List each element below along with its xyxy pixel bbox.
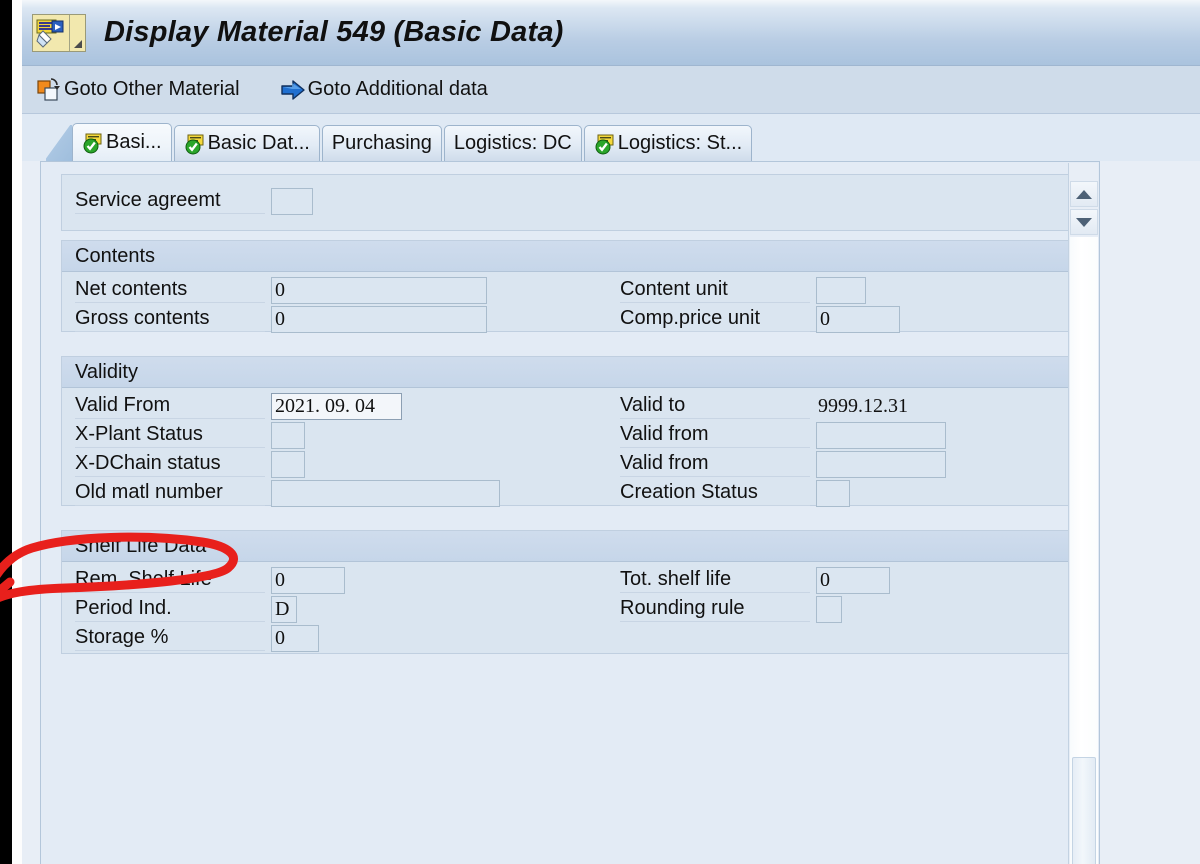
scrollbar-thumb[interactable] [1072,757,1096,864]
row-x-plant-status: X-Plant Status Valid from [62,421,1076,450]
row-net-contents: Net contents 0 Content unit [62,276,1076,305]
row-x-dchain-status: X-DChain status Valid from [62,450,1076,479]
shelf-life-data-group: Shelf Life Data Rem. Shelf Life 0 Tot. s… [61,530,1077,654]
x-plant-status-label: X-Plant Status [75,423,265,448]
tab-label-5: Logistics: St... [617,132,743,154]
title-bar: Display Material 549 (Basic Data) [22,0,1200,66]
tab-basic-data-1[interactable]: Basi... [72,123,172,161]
row-gross-contents: Gross contents 0 Comp.price unit 0 [62,305,1076,334]
screen: Display Material 549 (Basic Data) Goto O… [0,0,1200,864]
comp-price-unit-label: Comp.price unit [620,307,810,332]
valid-from-3-input[interactable] [816,451,946,478]
tab-label-4: Logistics: DC [453,132,572,154]
valid-from-2-input[interactable] [816,422,946,449]
gross-contents-input[interactable]: 0 [271,306,487,333]
tab-list: Basi... Basic Dat... Purchasing Logistic… [46,119,754,161]
scroll-down-arrow-icon[interactable] [1070,209,1098,235]
x-plant-status-input[interactable] [271,422,305,449]
page-title: Display Material 549 (Basic Data) [104,16,564,48]
tab-logistics-st[interactable]: Logistics: St... [583,125,753,161]
rem-shelf-life-input[interactable]: 0 [271,567,345,594]
content-unit-input[interactable] [816,277,866,304]
net-contents-input[interactable]: 0 [271,277,487,304]
row-period-ind: Period Ind. D Rounding rule [62,595,1076,624]
storage-percent-input[interactable]: 0 [271,625,319,652]
gross-contents-label: Gross contents [75,307,265,332]
valid-from-3-label: Valid from [620,452,810,477]
valid-from-input[interactable]: 2021. 09. 04 [271,393,402,420]
content-unit-label: Content unit [620,278,810,303]
green-check-page-icon [594,133,616,155]
creation-status-label: Creation Status [620,481,810,506]
goto-other-material-label: Goto Other Material [64,78,240,100]
tab-purchasing[interactable]: Purchasing [321,125,442,161]
title-button-divider [69,14,70,51]
blue-right-arrow-icon [280,77,306,103]
service-agreement-input[interactable] [271,188,313,215]
sap-application-window: Display Material 549 (Basic Data) Goto O… [22,0,1200,864]
period-ind-label: Period Ind. [75,597,265,622]
comp-price-unit-input[interactable]: 0 [816,306,900,333]
scroll-up-triangle [1076,189,1092,199]
valid-from-label: Valid From [75,394,265,419]
net-contents-label: Net contents [75,278,265,303]
x-dchain-status-input[interactable] [271,451,305,478]
material-display-icon [34,17,68,49]
content-vertical-scrollbar[interactable] [1068,163,1098,864]
tot-shelf-life-input[interactable]: 0 [816,567,890,594]
tab-label-1: Basi... [106,131,162,153]
old-matl-number-label: Old matl number [75,481,265,506]
tab-label-3: Purchasing [331,132,432,154]
green-check-page-icon [82,132,104,154]
rem-shelf-life-label: Rem. Shelf Life [75,568,265,593]
scroll-down-triangle [1076,217,1092,227]
service-agreement-group: Service agreemt [61,174,1077,231]
tab-strip-leading-edge [46,125,72,161]
creation-status-input[interactable] [816,480,850,507]
contents-group: Contents Net contents 0 Content unit Gro… [61,240,1077,334]
tab-content-panel: Service agreemt Contents Net contents 0 [40,161,1100,864]
green-check-page-icon [184,133,206,155]
validity-group: Validity Valid From 2021. 09. 04 Valid t… [61,356,1077,508]
tot-shelf-life-label: Tot. shelf life [620,568,810,593]
tab-basic-data-2[interactable]: Basic Dat... [173,125,320,161]
storage-percent-label: Storage % [75,626,265,651]
validity-group-header: Validity [62,357,1076,388]
shelf-life-data-group-header: Shelf Life Data [62,531,1076,562]
goto-additional-data-label: Goto Additional data [307,78,488,100]
valid-to-value: 9999.12.31 [818,395,908,417]
x-dchain-status-label: X-DChain status [75,452,265,477]
rounding-rule-label: Rounding rule [620,597,810,622]
row-old-matl-number: Old matl number Creation Status [62,479,1076,508]
old-matl-number-input[interactable] [271,480,500,507]
tab-strip: Basi... Basic Dat... Purchasing Logistic… [22,114,1200,161]
valid-from-2-label: Valid from [620,423,810,448]
tab-label-2: Basic Dat... [207,132,310,154]
contents-group-header: Contents [62,241,1076,272]
scrollbar-track[interactable] [1070,237,1098,864]
row-storage-pct: Storage % 0 [62,624,1076,653]
service-agreement-label: Service agreemt [75,189,265,214]
copy-material-icon [36,77,62,103]
tab-logistics-dc[interactable]: Logistics: DC [443,125,582,161]
goto-other-material-button[interactable]: Goto Other Material [28,70,248,110]
row-valid-from: Valid From 2021. 09. 04 Valid to 9999.12… [62,392,1076,421]
title-menu-button[interactable] [32,13,86,52]
row-rem-shelf-life: Rem. Shelf Life 0 Tot. shelf life 0 [62,566,1076,595]
period-ind-input[interactable]: D [271,596,297,623]
rounding-rule-input[interactable] [816,596,842,623]
goto-additional-data-button[interactable]: Goto Additional data [272,70,496,110]
valid-to-label: Valid to [620,394,810,419]
dropdown-corner-icon[interactable] [74,39,82,48]
scroll-up-arrow-icon[interactable] [1070,181,1098,207]
application-toolbar: Goto Other Material Goto Additional data [22,66,1200,114]
